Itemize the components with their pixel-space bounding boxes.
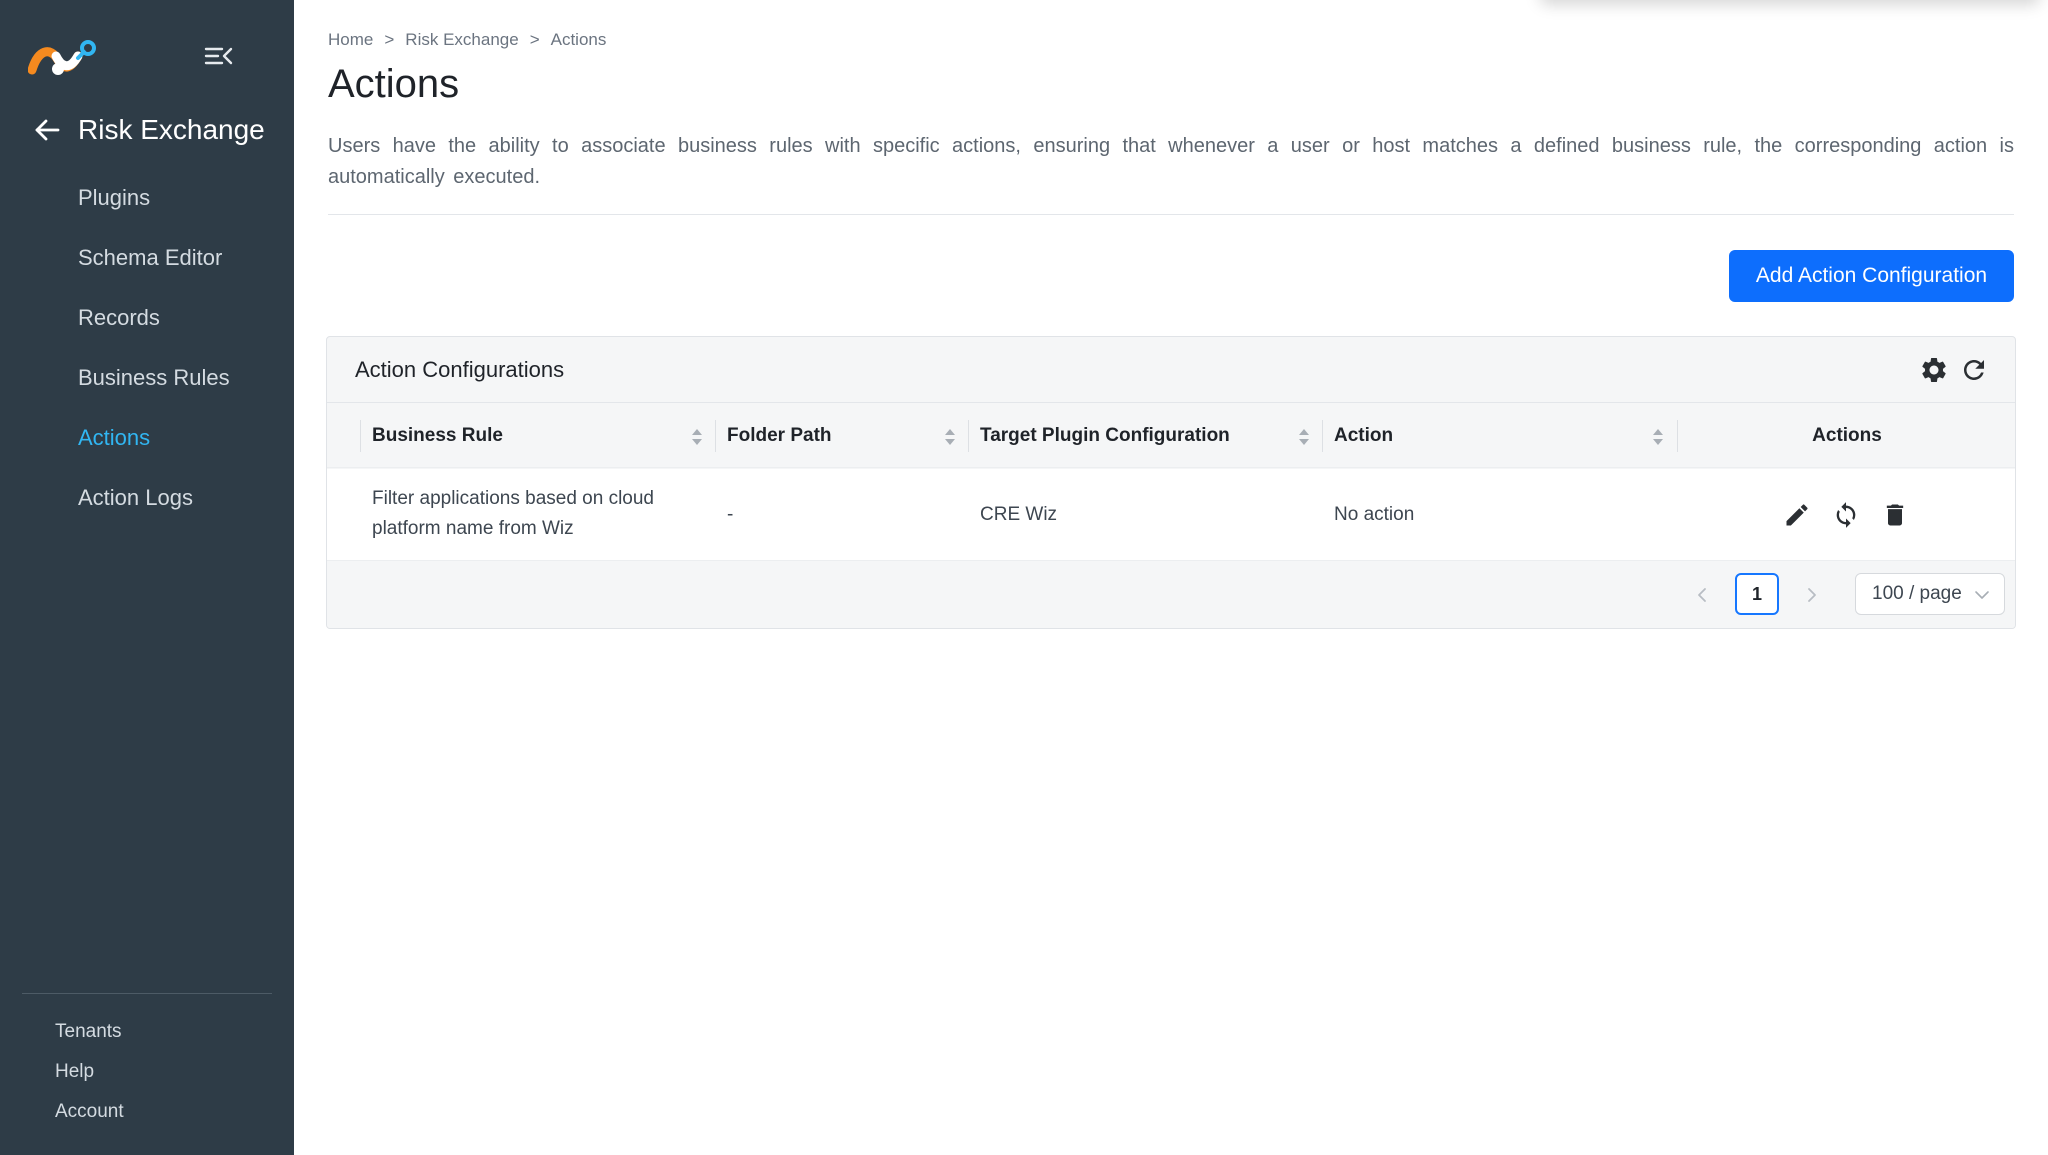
module-title: Risk Exchange [78,114,265,145]
sidebar: Risk Exchange Plugins Schema Editor Reco… [0,0,294,1155]
sidebar-item-tenants[interactable]: Tenants [0,1012,294,1052]
cell-folder-path: - [727,504,734,525]
column-header-folder-path[interactable]: Folder Path [727,404,832,468]
card-title: Action Configurations [355,357,565,382]
column-separator [360,420,361,452]
divider [328,214,2014,215]
breadcrumb-actions: Actions [550,30,607,49]
add-action-configuration-button[interactable]: Add Action Configuration [1729,250,2014,302]
sort-icon[interactable] [1652,428,1664,446]
collapse-sidebar-icon[interactable] [204,44,234,68]
sidebar-item-action-logs[interactable]: Action Logs [0,468,294,528]
prev-page-icon[interactable] [1691,584,1713,606]
column-header-business-rule[interactable]: Business Rule [372,404,503,468]
breadcrumb-separator: > [384,30,395,49]
page-description: Users have the ability to associate busi… [328,135,2014,188]
edit-icon[interactable] [1783,501,1811,529]
next-page-icon[interactable] [1801,584,1823,606]
page-number-current[interactable]: 1 [1735,573,1779,615]
column-separator [715,420,716,452]
refresh-icon[interactable] [1959,355,1989,385]
column-header-actions: Actions [1812,425,1882,446]
sort-icon[interactable] [691,428,703,446]
cell-action: No action [1334,504,1415,525]
chevron-down-icon [1975,591,1989,599]
sidebar-divider [22,993,272,994]
cell-business-rule: Filter applications based on cloud platf… [372,488,655,539]
gear-icon[interactable] [1919,355,1949,385]
action-configurations-card: Action Configurations Business Rule Fold… [326,336,2016,629]
sidebar-item-plugins[interactable]: Plugins [0,168,294,228]
module-back-link[interactable]: Risk Exchange [32,110,265,150]
sync-icon[interactable] [1832,501,1860,529]
sidebar-item-actions[interactable]: Actions [0,408,294,468]
table-header: Business Rule Folder Path Target Plugin … [327,404,2015,468]
breadcrumb-home[interactable]: Home [328,30,373,50]
arrow-left-icon [35,119,60,141]
column-separator [1322,420,1323,452]
table-row: Filter applications based on cloud platf… [327,469,2015,561]
breadcrumb-separator: > [529,30,540,49]
card-header: Action Configurations [327,337,2015,403]
sidebar-item-account[interactable]: Account [0,1092,294,1132]
sidebar-item-help[interactable]: Help [0,1052,294,1092]
cell-target-plugin: CRE Wiz [980,504,1058,525]
sort-icon[interactable] [1298,428,1310,446]
breadcrumb: Home > Risk Exchange > Actions [328,30,606,50]
page-size-select[interactable]: 100 / page [1855,573,2005,615]
page-title: Actions [328,62,460,106]
delete-icon[interactable] [1881,501,1909,529]
sidebar-bottom-nav: Tenants Help Account [0,1012,294,1132]
sidebar-nav: Plugins Schema Editor Records Business R… [0,168,294,528]
app-logo[interactable] [27,36,98,80]
column-separator [968,420,969,452]
breadcrumb-risk-exchange[interactable]: Risk Exchange [405,30,518,50]
sidebar-item-records[interactable]: Records [0,288,294,348]
page-size-value: 100 / page [1872,583,1962,604]
sort-icon[interactable] [944,428,956,446]
sidebar-item-schema-editor[interactable]: Schema Editor [0,228,294,288]
column-header-action[interactable]: Action [1334,404,1393,468]
column-header-target-plugin-configuration[interactable]: Target Plugin Configuration [980,404,1230,468]
sidebar-item-business-rules[interactable]: Business Rules [0,348,294,408]
pagination: 1 100 / page [327,562,2015,628]
